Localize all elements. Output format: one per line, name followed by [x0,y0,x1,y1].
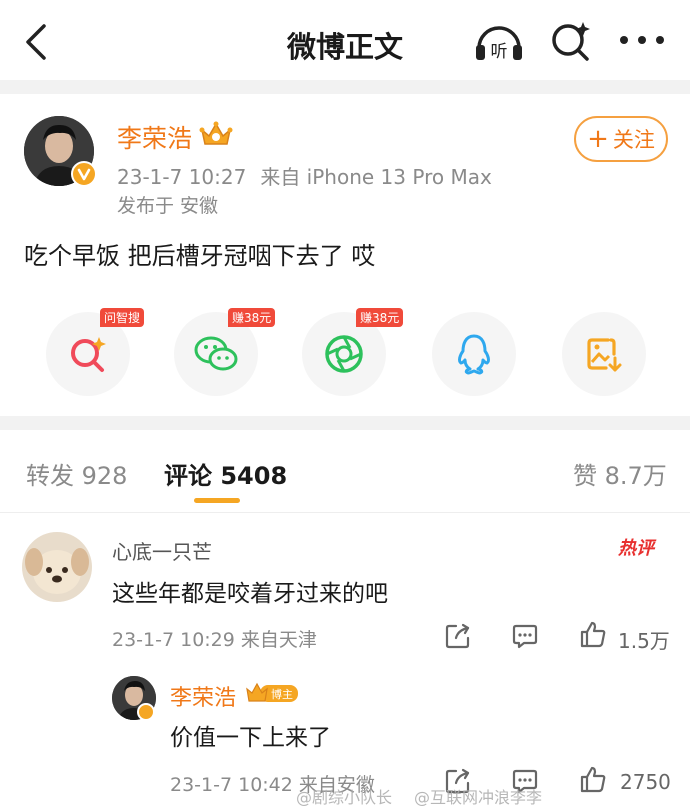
thumbs-up-icon [580,766,606,793]
crown-member-icon[interactable] [199,120,233,148]
reply-author-name[interactable]: 李荣浩 [170,680,236,712]
share-icon [445,623,470,649]
commenter-name[interactable]: 心底一只芒 [112,536,212,565]
follow-button[interactable]: + 关注 [574,116,668,162]
verified-badge-icon [137,703,155,721]
blogger-badge: 博主 [246,681,298,705]
like-count: 2750 [620,770,671,794]
commenter-avatar[interactable] [22,532,92,602]
section-gap [0,416,690,430]
section-gap [0,80,690,94]
verified-badge-icon [71,161,97,187]
reply-button[interactable] [511,622,539,650]
reply-text: 价值一下上来了 [170,725,331,751]
headphones-icon: 听 [476,26,522,62]
hot-comment-badge: 热评 [618,538,654,559]
listen-button[interactable]: 听 [473,18,525,64]
share-ai-search[interactable]: 问智搜 [46,308,145,396]
like-button[interactable] [579,620,607,648]
qq-icon [458,334,490,375]
moments-icon [325,335,363,373]
post-text: 吃个早饭 把后槽牙冠咽下去了 哎 [24,242,376,270]
share-wechat[interactable]: 赚38元 [174,308,276,396]
crown-member-icon: 博主 [246,682,298,702]
share-tag: 问智搜 [100,308,145,327]
wechat-icon [194,336,238,371]
avatar-image [22,532,92,602]
comment-text: 这些年都是咬着牙过来的吧 [112,581,388,607]
comment-meta: 23-1-7 10:29 来自天津 [112,629,317,651]
share-tag: 赚38元 [356,308,404,327]
more-dots-icon [620,36,664,44]
watermark-right: @互联网冲浪李李 [414,788,543,807]
post-location: 发布于 安徽 [117,195,219,217]
watermark: @剧综小队长 @互联网冲浪李李 [296,784,564,808]
more-button[interactable] [618,30,666,50]
follow-label: 关注 [612,128,655,152]
share-moments[interactable]: 赚38元 [302,308,404,396]
tab-repost[interactable]: 转发 928 [26,456,127,491]
top-nav-bar: 微博正文 听 [0,0,690,80]
watermark-left: @剧综小队长 [296,788,393,807]
thumbs-up-icon [580,621,606,648]
share-qq[interactable] [432,312,516,396]
ai-search-icon [71,337,106,372]
post-source: 来自 iPhone 13 Pro Max [260,165,492,189]
plus-icon: + [587,124,609,154]
active-tab-indicator [194,498,240,503]
blogger-badge-label: 博主 [271,688,293,701]
comment-icon [512,624,538,649]
divider [0,512,690,513]
like-button[interactable] [579,765,607,793]
ai-search-button[interactable] [550,20,592,62]
post-timestamp: 23-1-7 10:27 [117,165,247,189]
tab-comments[interactable]: 评论 5408 [164,456,287,491]
ai-search-icon [552,22,590,61]
post-meta: 23-1-7 10:27 来自 iPhone 13 Pro Max [117,161,492,190]
save-image-icon [587,338,622,372]
like-count: 1.5万 [618,629,670,653]
share-tag: 赚38元 [228,308,276,327]
listen-label: 听 [491,42,508,62]
author-name[interactable]: 李荣浩 [117,119,192,155]
share-save-image[interactable] [562,312,646,396]
tab-likes[interactable]: 赞 8.7万 [573,456,667,491]
repost-button[interactable] [444,622,472,650]
